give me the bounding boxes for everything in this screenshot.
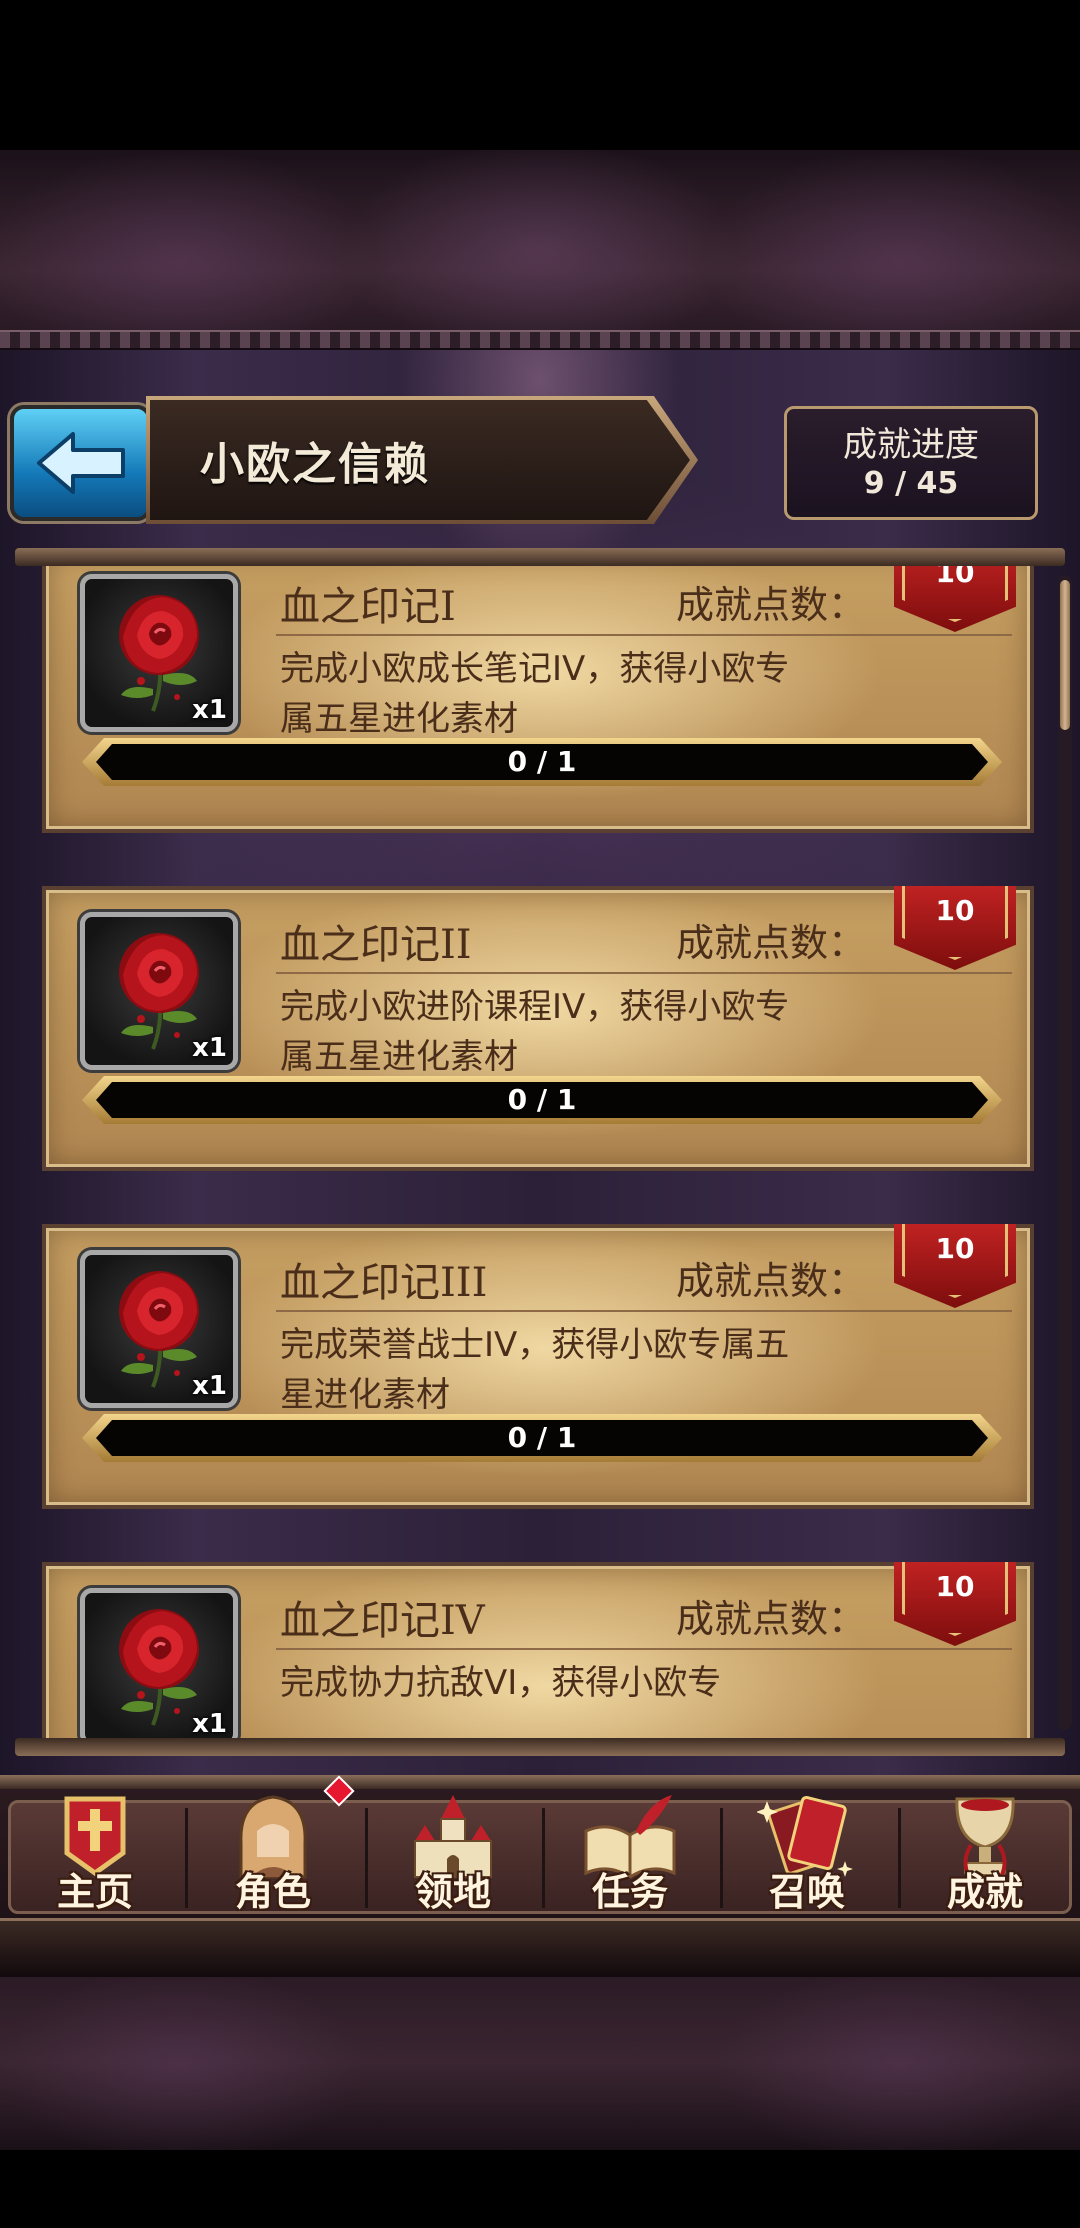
card-divider — [276, 972, 1012, 974]
back-arrow-icon — [36, 432, 125, 494]
reward-item-slot[interactable]: x1 — [80, 574, 238, 732]
achievement-progress-label: 成就进度 — [843, 425, 979, 465]
title-plate: 小欧之信赖 — [150, 400, 690, 520]
points-value: 10 — [935, 566, 975, 589]
nav-label: 召唤 — [768, 1870, 845, 1914]
achievement-description: 完成协力抗敌VI，获得小欧专 — [280, 1663, 722, 1703]
system-nav-area — [0, 2150, 1080, 2228]
nav-label: 成就 — [946, 1870, 1023, 1914]
card-divider — [276, 634, 1012, 636]
points-ribbon-icon: 10 — [894, 886, 1016, 970]
points-ribbon-icon: 10 — [894, 1562, 1016, 1646]
card-divider — [276, 1310, 1012, 1312]
achievement-progress-box: 成就进度 9 / 45 — [784, 406, 1038, 520]
reward-item-slot[interactable]: x1 — [80, 1250, 238, 1408]
progress-text: 0 / 1 — [507, 1421, 577, 1454]
achievement-list[interactable]: x1 血之印记I 成就点数： 10 完成小欧成长笔记IV，获得小欧专属五星进化素… — [0, 566, 1080, 1738]
nav-label: 角色 — [234, 1870, 311, 1914]
achievement-description: 完成小欧进阶课程IV，获得小欧专属五星进化素材 — [280, 987, 790, 1077]
achievement-card[interactable]: x1 血之印记IV 成就点数： 10 完成协力抗敌VI，获得小欧专 0 / 1 — [42, 1562, 1034, 1738]
achievement-name: 血之印记II — [280, 922, 472, 968]
list-scrollbar[interactable] — [1058, 575, 1072, 1730]
points-value: 10 — [935, 1570, 975, 1603]
achievement-progress-value: 9 / 45 — [863, 466, 959, 501]
achievement-name: 血之印记I — [280, 584, 456, 630]
nav-ornament-bottom — [0, 1918, 1080, 1977]
castle-icon — [403, 1791, 503, 1881]
achievement-name: 血之印记IV — [280, 1598, 485, 1644]
achievement-card[interactable]: x1 血之印记II 成就点数： 10 完成小欧进阶课程IV，获得小欧专属五星进化… — [42, 886, 1034, 1171]
home-banner-icon — [45, 1791, 145, 1881]
footer-ornament — [0, 1975, 1080, 2150]
points-value: 10 — [935, 894, 975, 927]
list-frame-top — [15, 548, 1065, 566]
nav-item-quest-book[interactable]: 任务 — [545, 1785, 715, 1915]
nav-label: 领地 — [414, 1870, 491, 1914]
nav-item-castle[interactable]: 领地 — [368, 1785, 538, 1915]
character-icon — [223, 1791, 323, 1881]
nav-item-character[interactable]: 角色 — [188, 1785, 358, 1915]
achievement-description: 完成小欧成长笔记IV，获得小欧专属五星进化素材 — [280, 649, 790, 739]
card-divider — [276, 1648, 1012, 1650]
header-ornament — [0, 150, 1080, 350]
status-bar-area — [0, 0, 1080, 150]
nav-label: 主页 — [56, 1870, 133, 1914]
reward-item-slot[interactable]: x1 — [80, 1588, 238, 1738]
points-value: 10 — [935, 1232, 975, 1265]
points-label: 成就点数： — [676, 921, 867, 965]
nav-item-trophy[interactable]: 成就 — [900, 1785, 1070, 1915]
quest-book-icon — [580, 1791, 680, 1881]
achievement-card[interactable]: x1 血之印记I 成就点数： 10 完成小欧成长笔记IV，获得小欧专属五星进化素… — [42, 566, 1034, 833]
list-frame-bottom — [15, 1738, 1065, 1756]
points-ribbon-icon: 10 — [894, 1224, 1016, 1308]
nav-item-home-banner[interactable]: 主页 — [10, 1785, 180, 1915]
achievement-description: 完成荣誉战士IV，获得小欧专属五星进化素材 — [280, 1325, 790, 1415]
points-ribbon-icon: 10 — [894, 566, 1016, 632]
points-label: 成就点数： — [676, 583, 867, 627]
points-label: 成就点数： — [676, 1259, 867, 1303]
reward-quantity: x1 — [192, 1371, 227, 1401]
page-title: 小欧之信赖 — [200, 439, 430, 490]
nav-label: 任务 — [591, 1870, 668, 1914]
summon-cards-icon — [756, 1791, 857, 1881]
achievement-name: 血之印记III — [280, 1260, 488, 1306]
reward-quantity: x1 — [192, 1709, 227, 1738]
nav-item-summon-cards[interactable]: 召唤 — [722, 1785, 892, 1915]
points-label: 成就点数： — [676, 1597, 867, 1641]
reward-item-slot[interactable]: x1 — [80, 912, 238, 1070]
reward-quantity: x1 — [192, 1033, 227, 1063]
progress-text: 0 / 1 — [507, 1083, 577, 1116]
trophy-icon — [935, 1791, 1035, 1881]
progress-text: 0 / 1 — [507, 745, 577, 778]
reward-quantity: x1 — [192, 695, 227, 725]
achievement-card[interactable]: x1 血之印记III 成就点数： 10 完成荣誉战士IV，获得小欧专属五星进化素… — [42, 1224, 1034, 1509]
back-button[interactable] — [10, 405, 151, 521]
list-scroll-thumb[interactable] — [1060, 580, 1070, 730]
